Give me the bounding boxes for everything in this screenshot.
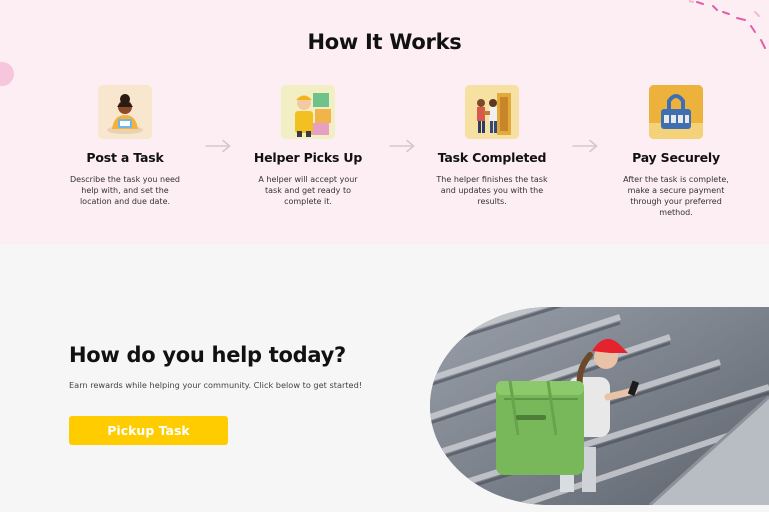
step-helper-picks-up: Helper Picks Up A helper will accept you… [248, 85, 368, 207]
worker-with-boxes-icon [281, 85, 335, 139]
step-post-task: Post a Task Describe the task you need h… [65, 85, 185, 207]
padlock-icon [649, 85, 703, 139]
step-description: After the task is complete, make a secur… [623, 175, 729, 217]
how-it-works-section: How It Works Post a Task Describe the ta… [0, 0, 769, 244]
step-description: Describe the task you need help with, an… [70, 175, 180, 206]
step-title: Helper Picks Up [253, 150, 363, 165]
pickup-task-button[interactable]: Pickup Task [69, 416, 228, 445]
step-description: A helper will accept your task and get r… [258, 175, 358, 206]
decorative-circle [0, 62, 14, 86]
step-pay-securely: Pay Securely After the task is complete,… [616, 85, 736, 218]
section-title: How It Works [307, 30, 462, 54]
arrow-right-icon [389, 139, 415, 153]
step-title: Pay Securely [632, 150, 720, 165]
arrow-right-icon [572, 139, 598, 153]
help-subtitle: Earn rewards while helping your communit… [69, 380, 363, 390]
delivery-person-photo [430, 307, 769, 505]
person-writing-icon [98, 85, 152, 139]
step-description: The helper finishes the task and updates… [436, 175, 548, 206]
step-task-completed: Task Completed The helper finishes the t… [432, 85, 552, 207]
step-title: Task Completed [437, 150, 547, 165]
step-title: Post a Task [86, 150, 164, 165]
help-title: How do you help today? [69, 343, 346, 367]
arrow-right-icon [205, 139, 231, 153]
handover-icon [465, 85, 519, 139]
